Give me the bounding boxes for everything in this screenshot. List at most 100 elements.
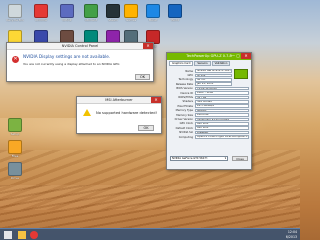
gpuz-row-label: GPU Clock xyxy=(179,122,193,126)
gpuz-row-value: Disabled xyxy=(195,130,249,135)
gpuz-tab[interactable]: Sensors xyxy=(194,61,211,66)
close-icon[interactable]: ✕ xyxy=(241,53,251,59)
app-icon xyxy=(146,4,160,18)
app-icon xyxy=(8,118,22,132)
desktop-icon[interactable]: Music xyxy=(142,4,164,23)
desktop-icon-label: Setup xyxy=(10,133,20,136)
gpuz-tab[interactable]: Validation xyxy=(211,61,231,66)
desktop-icon-label: Music xyxy=(148,19,158,22)
gpuz-row-value: OpenCL CUDA PhysX DirectCompute 5.0 xyxy=(195,135,249,139)
desktop-icon[interactable]: CPU-Z xyxy=(56,4,78,23)
app-icon xyxy=(124,4,138,18)
gpuz-row-label: Technology xyxy=(178,78,193,82)
app-icon xyxy=(60,4,74,18)
window-controls-icon[interactable]: — ▢ xyxy=(231,53,240,59)
app-icon xyxy=(8,162,22,176)
app-icon xyxy=(106,4,120,18)
desktop-icon-label: utorrent xyxy=(84,19,98,22)
gpuz-title: TechPowerUp GPU-Z 0.7.8 xyxy=(186,54,232,58)
gpuz-row-value: nvlddmkm 9.18.13.2049 xyxy=(195,117,249,122)
desktop-icon[interactable]: Files xyxy=(4,140,26,159)
gpuz-row-label: Memory Type xyxy=(175,109,193,113)
gpuz-row-value: NVIDIA GeForce GTX 560 Ti xyxy=(195,69,232,73)
gpuz-row-label: Pixel Fillrate xyxy=(177,104,193,108)
desktop-icon-label: Games xyxy=(125,19,137,22)
nvidia-ok-button[interactable]: OK xyxy=(135,74,150,80)
taskbar-clock: 12:04 xyxy=(287,230,297,234)
nvidia-control-panel-dialog: NVIDIA Control Panel ✕ ✕ NVIDIA Display … xyxy=(6,42,154,82)
desktop-icon-label: Recycle Bin xyxy=(6,19,24,22)
nvidia-dialog-title: NVIDIA Control Panel xyxy=(61,44,99,48)
gpuz-row-value: 10DE - 1200 xyxy=(195,91,249,95)
msi-dialog-message: No supported hardware detected! xyxy=(96,111,157,115)
taskbar-date: 6/2013 xyxy=(285,234,297,239)
desktop-icon[interactable]: Chrome xyxy=(30,4,52,23)
desktop-icon[interactable]: Games xyxy=(120,4,142,23)
gpuz-row-label: BIOS Version xyxy=(176,87,193,91)
wallpaper-dunes xyxy=(0,150,300,210)
close-icon[interactable]: ✕ xyxy=(151,97,161,103)
warning-icon xyxy=(83,109,91,116)
desktop-icon[interactable]: Drive xyxy=(4,162,26,181)
desktop-icon-label: Word xyxy=(171,19,179,22)
nvidia-dialog-message: You are not currently using a display at… xyxy=(23,62,121,66)
gpuz-row-label: Memory Size xyxy=(176,113,193,117)
desktop-icon-label: CPU-Z xyxy=(62,19,72,22)
gpuz-titlebar: TechPowerUp GPU-Z 0.7.8 — ▢ ✕ xyxy=(167,53,251,60)
taskbar-browser-icon[interactable] xyxy=(30,231,38,239)
gpuz-row-value: 1024 MB xyxy=(195,113,249,117)
app-icon xyxy=(84,4,98,18)
msi-dialog-titlebar: MSI Afterburner ✕ xyxy=(77,97,161,104)
app-icon xyxy=(8,140,22,154)
gpuz-row-value: 40 nm xyxy=(195,78,232,82)
gpuz-row-label: GPU xyxy=(187,73,193,77)
gpuz-row-value: GDDR5 xyxy=(195,108,249,113)
gpuz-row-label: NVIDIA SLI xyxy=(179,131,193,135)
taskbar: 12:04 6/2013 xyxy=(0,228,300,240)
wallpaper-dunes-foreground xyxy=(0,185,300,230)
gpuz-row-label: Release Date xyxy=(175,82,193,86)
nvidia-dialog-heading: NVIDIA Display settings are not availabl… xyxy=(23,54,111,59)
desktop-icon[interactable]: utorrent xyxy=(80,4,102,23)
close-icon[interactable]: ✕ xyxy=(143,43,153,49)
msi-ok-button[interactable]: OK xyxy=(138,125,154,131)
gpuz-row-label: Computing xyxy=(178,135,193,139)
desktop-icon[interactable]: Setup xyxy=(4,118,26,137)
gpuz-row-value: GF114 xyxy=(195,73,232,78)
gpuz-row-value: 822 MHz xyxy=(195,122,249,126)
gpuz-close-button[interactable]: Close xyxy=(232,156,248,161)
gpuz-info-rows: Name NVIDIA GeForce GTX 560 Ti GPU GF114 Tec… xyxy=(167,67,251,139)
gpuz-row-value: Jan 25, 2011 xyxy=(195,82,232,87)
gpuz-row-value: 822 MHz xyxy=(195,126,249,131)
gpuz-row: Computing OpenCL CUDA PhysX DirectCompute… xyxy=(169,135,249,139)
app-icon xyxy=(168,4,182,18)
gpu-select-value: NVIDIA GeForce GTX 560 Ti xyxy=(172,157,208,160)
gpu-select-dropdown[interactable]: NVIDIA GeForce GTX 560 Ti ▾ xyxy=(170,156,228,161)
msi-afterburner-dialog: MSI Afterburner ✕ No supported hardware … xyxy=(76,96,162,134)
nvidia-dialog-titlebar: NVIDIA Control Panel ✕ xyxy=(7,43,153,50)
gpuz-row-label: Default Clock xyxy=(175,126,193,130)
gpuz-window: TechPowerUp GPU-Z 0.7.8 — ▢ ✕ Graphics C… xyxy=(166,52,252,170)
gpuz-row-value: 384 Unified xyxy=(195,100,249,104)
desktop-icon-label: Files xyxy=(11,155,19,158)
gpuz-row-value: 32 / 64 xyxy=(195,95,249,100)
gpuz-tabs: Graphics Card Sensors Validation xyxy=(169,61,249,66)
chevron-down-icon: ▾ xyxy=(224,157,226,160)
gpuz-row-label: Name xyxy=(185,69,193,73)
desktop-icon[interactable]: Word xyxy=(164,4,186,23)
gpuz-row-label: Device ID xyxy=(180,91,193,95)
gpuz-row-value: 26.3 GPixel/s xyxy=(195,104,249,109)
system-tray: 12:04 6/2013 xyxy=(286,230,297,239)
gpuz-row-label: Driver Version xyxy=(174,117,193,121)
gpuz-tab[interactable]: Graphics Card xyxy=(169,61,194,66)
taskbar-folder-icon[interactable] xyxy=(18,231,26,239)
desktop-icon-label: Chrome xyxy=(35,19,47,22)
gpuz-row-value: 70.24.11.00.00 xyxy=(195,86,249,91)
start-button-icon[interactable] xyxy=(4,231,12,239)
gpuz-row-label: Shaders xyxy=(182,100,193,104)
app-icon xyxy=(34,4,48,18)
error-icon: ✕ xyxy=(12,56,19,63)
desktop-icon-label: Drive xyxy=(11,177,19,180)
app-icon xyxy=(8,4,22,18)
desktop-icon[interactable]: Recycle Bin xyxy=(4,4,26,23)
